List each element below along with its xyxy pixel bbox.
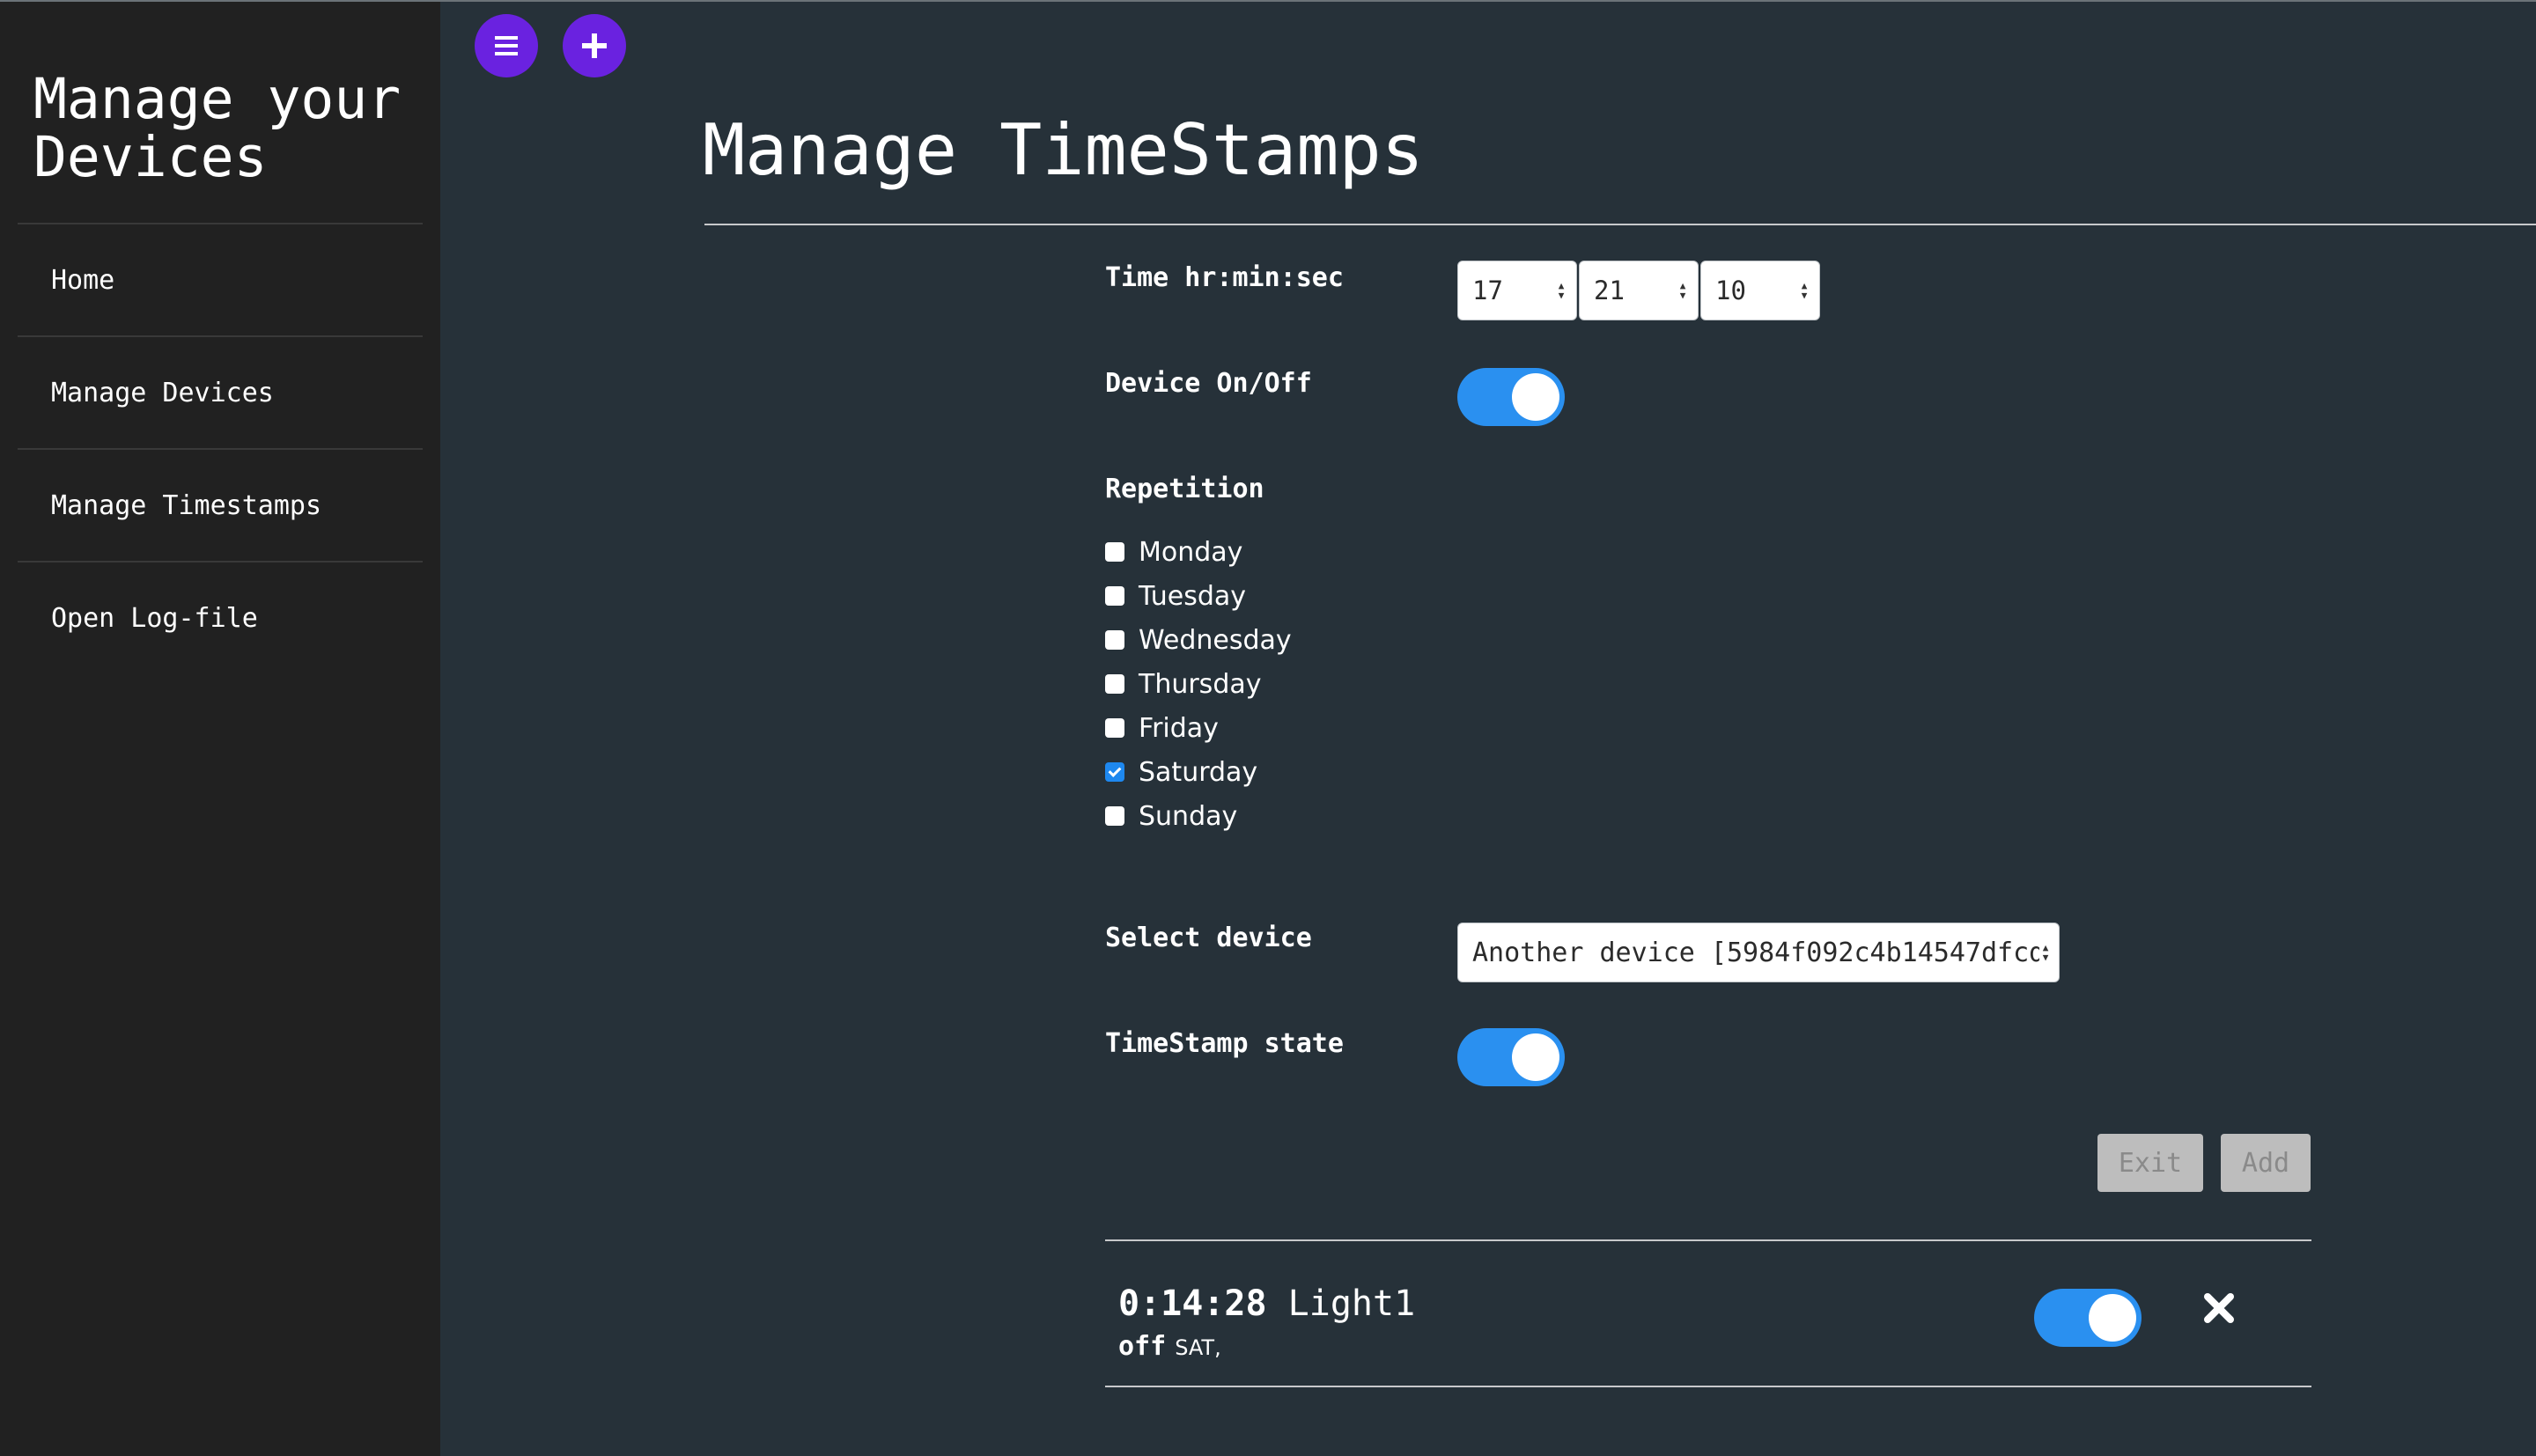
day-label: Monday (1139, 536, 1243, 568)
checkbox[interactable] (1105, 718, 1124, 738)
day-checkbox-thursday[interactable]: Thursday (1105, 666, 1262, 702)
checkbox-checked[interactable] (1105, 762, 1124, 782)
sidebar-brand: Manage your Devices (33, 67, 402, 189)
day-label: Saturday (1139, 756, 1258, 788)
entry-device: Light1 (1287, 1283, 1416, 1324)
device-onoff-toggle[interactable] (1457, 368, 1565, 426)
add-timestamp-button[interactable] (563, 14, 626, 77)
entry-time: 0:14:28 (1118, 1283, 1267, 1324)
day-checkbox-wednesday[interactable]: Wednesday (1105, 622, 1292, 658)
entry-days: SAT, (1175, 1335, 1221, 1360)
checkbox[interactable] (1105, 542, 1124, 562)
day-label: Friday (1139, 712, 1219, 744)
sidebar-item-open-log-file[interactable]: Open Log-file (18, 563, 423, 673)
list-divider (1105, 1239, 2311, 1241)
toggle-knob (1512, 373, 1559, 421)
sidebar-item-manage-devices[interactable]: Manage Devices (18, 337, 423, 448)
day-checkbox-monday[interactable]: Monday (1105, 534, 1242, 570)
device-onoff-label: Device On/Off (1105, 368, 1312, 399)
day-label: Tuesday (1139, 580, 1247, 612)
day-label: Thursday (1139, 668, 1262, 700)
spinner-arrows-icon[interactable]: ▲ ▼ (1798, 281, 1810, 300)
timestamp-state-label: TimeStamp state (1105, 1028, 1344, 1059)
main-content: Manage TimeStamps Time hr:min:sec 17 ▲ ▼ … (440, 2, 2536, 1456)
time-label: Time hr:min:sec (1105, 262, 1344, 293)
timestamp-state-toggle[interactable] (1457, 1028, 1565, 1086)
spinner-arrows-icon[interactable]: ▲ ▼ (1555, 281, 1567, 300)
menu-icon (495, 36, 518, 55)
day-checkbox-friday[interactable]: Friday (1105, 710, 1219, 746)
device-select-value: Another device [5984f092c4b14547dfcd6c (1472, 937, 2039, 968)
hours-input[interactable]: 17 ▲ ▼ (1457, 261, 1577, 320)
timestamp-entry-subtitle: off SAT, (1118, 1331, 1221, 1362)
sidebar-item-label: Home (51, 264, 115, 296)
page-title: Manage TimeStamps (703, 109, 1424, 191)
add-button[interactable]: Add (2221, 1134, 2311, 1192)
seconds-input[interactable]: 10 ▲ ▼ (1700, 261, 1820, 320)
toggle-knob (2089, 1294, 2136, 1342)
checkbox[interactable] (1105, 586, 1124, 606)
sidebar-item-label: Open Log-file (51, 602, 258, 634)
checkbox[interactable] (1105, 806, 1124, 826)
plus-icon (582, 33, 607, 58)
exit-button[interactable]: Exit (2097, 1134, 2203, 1192)
hours-value: 17 (1472, 276, 1503, 305)
sidebar-item-home[interactable]: Home (18, 224, 423, 335)
select-arrows-icon: ▲ ▼ (2042, 942, 2049, 963)
checkbox[interactable] (1105, 674, 1124, 694)
spinner-arrows-icon[interactable]: ▲ ▼ (1677, 281, 1689, 300)
select-device-label: Select device (1105, 923, 1312, 953)
sidebar-item-label: Manage Devices (51, 377, 274, 408)
close-icon (2204, 1293, 2234, 1323)
day-checkbox-tuesday[interactable]: Tuesday (1105, 578, 1246, 614)
timestamp-entry-title: 0:14:28 Light1 (1118, 1283, 1415, 1324)
checkbox[interactable] (1105, 630, 1124, 650)
list-divider (1105, 1386, 2311, 1387)
repetition-label: Repetition (1105, 474, 1264, 504)
minutes-input[interactable]: 21 ▲ ▼ (1579, 261, 1699, 320)
day-checkbox-saturday[interactable]: Saturday (1105, 754, 1257, 790)
day-label: Wednesday (1139, 624, 1292, 656)
entry-state: off (1118, 1331, 1167, 1362)
title-divider (704, 224, 2536, 225)
seconds-value: 10 (1715, 276, 1746, 305)
device-select[interactable]: Another device [5984f092c4b14547dfcd6c ▲… (1457, 923, 2060, 982)
sidebar-item-manage-timestamps[interactable]: Manage Timestamps (18, 450, 423, 561)
entry-enabled-toggle[interactable] (2034, 1289, 2142, 1347)
delete-entry-button[interactable] (2200, 1289, 2238, 1327)
sidebar: Manage your Devices Home Manage Devices … (0, 2, 440, 1456)
minutes-value: 21 (1594, 276, 1625, 305)
day-label: Sunday (1139, 800, 1238, 832)
day-checkbox-sunday[interactable]: Sunday (1105, 798, 1237, 834)
toggle-knob (1512, 1033, 1559, 1081)
sidebar-item-label: Manage Timestamps (51, 489, 322, 521)
menu-button[interactable] (475, 14, 538, 77)
